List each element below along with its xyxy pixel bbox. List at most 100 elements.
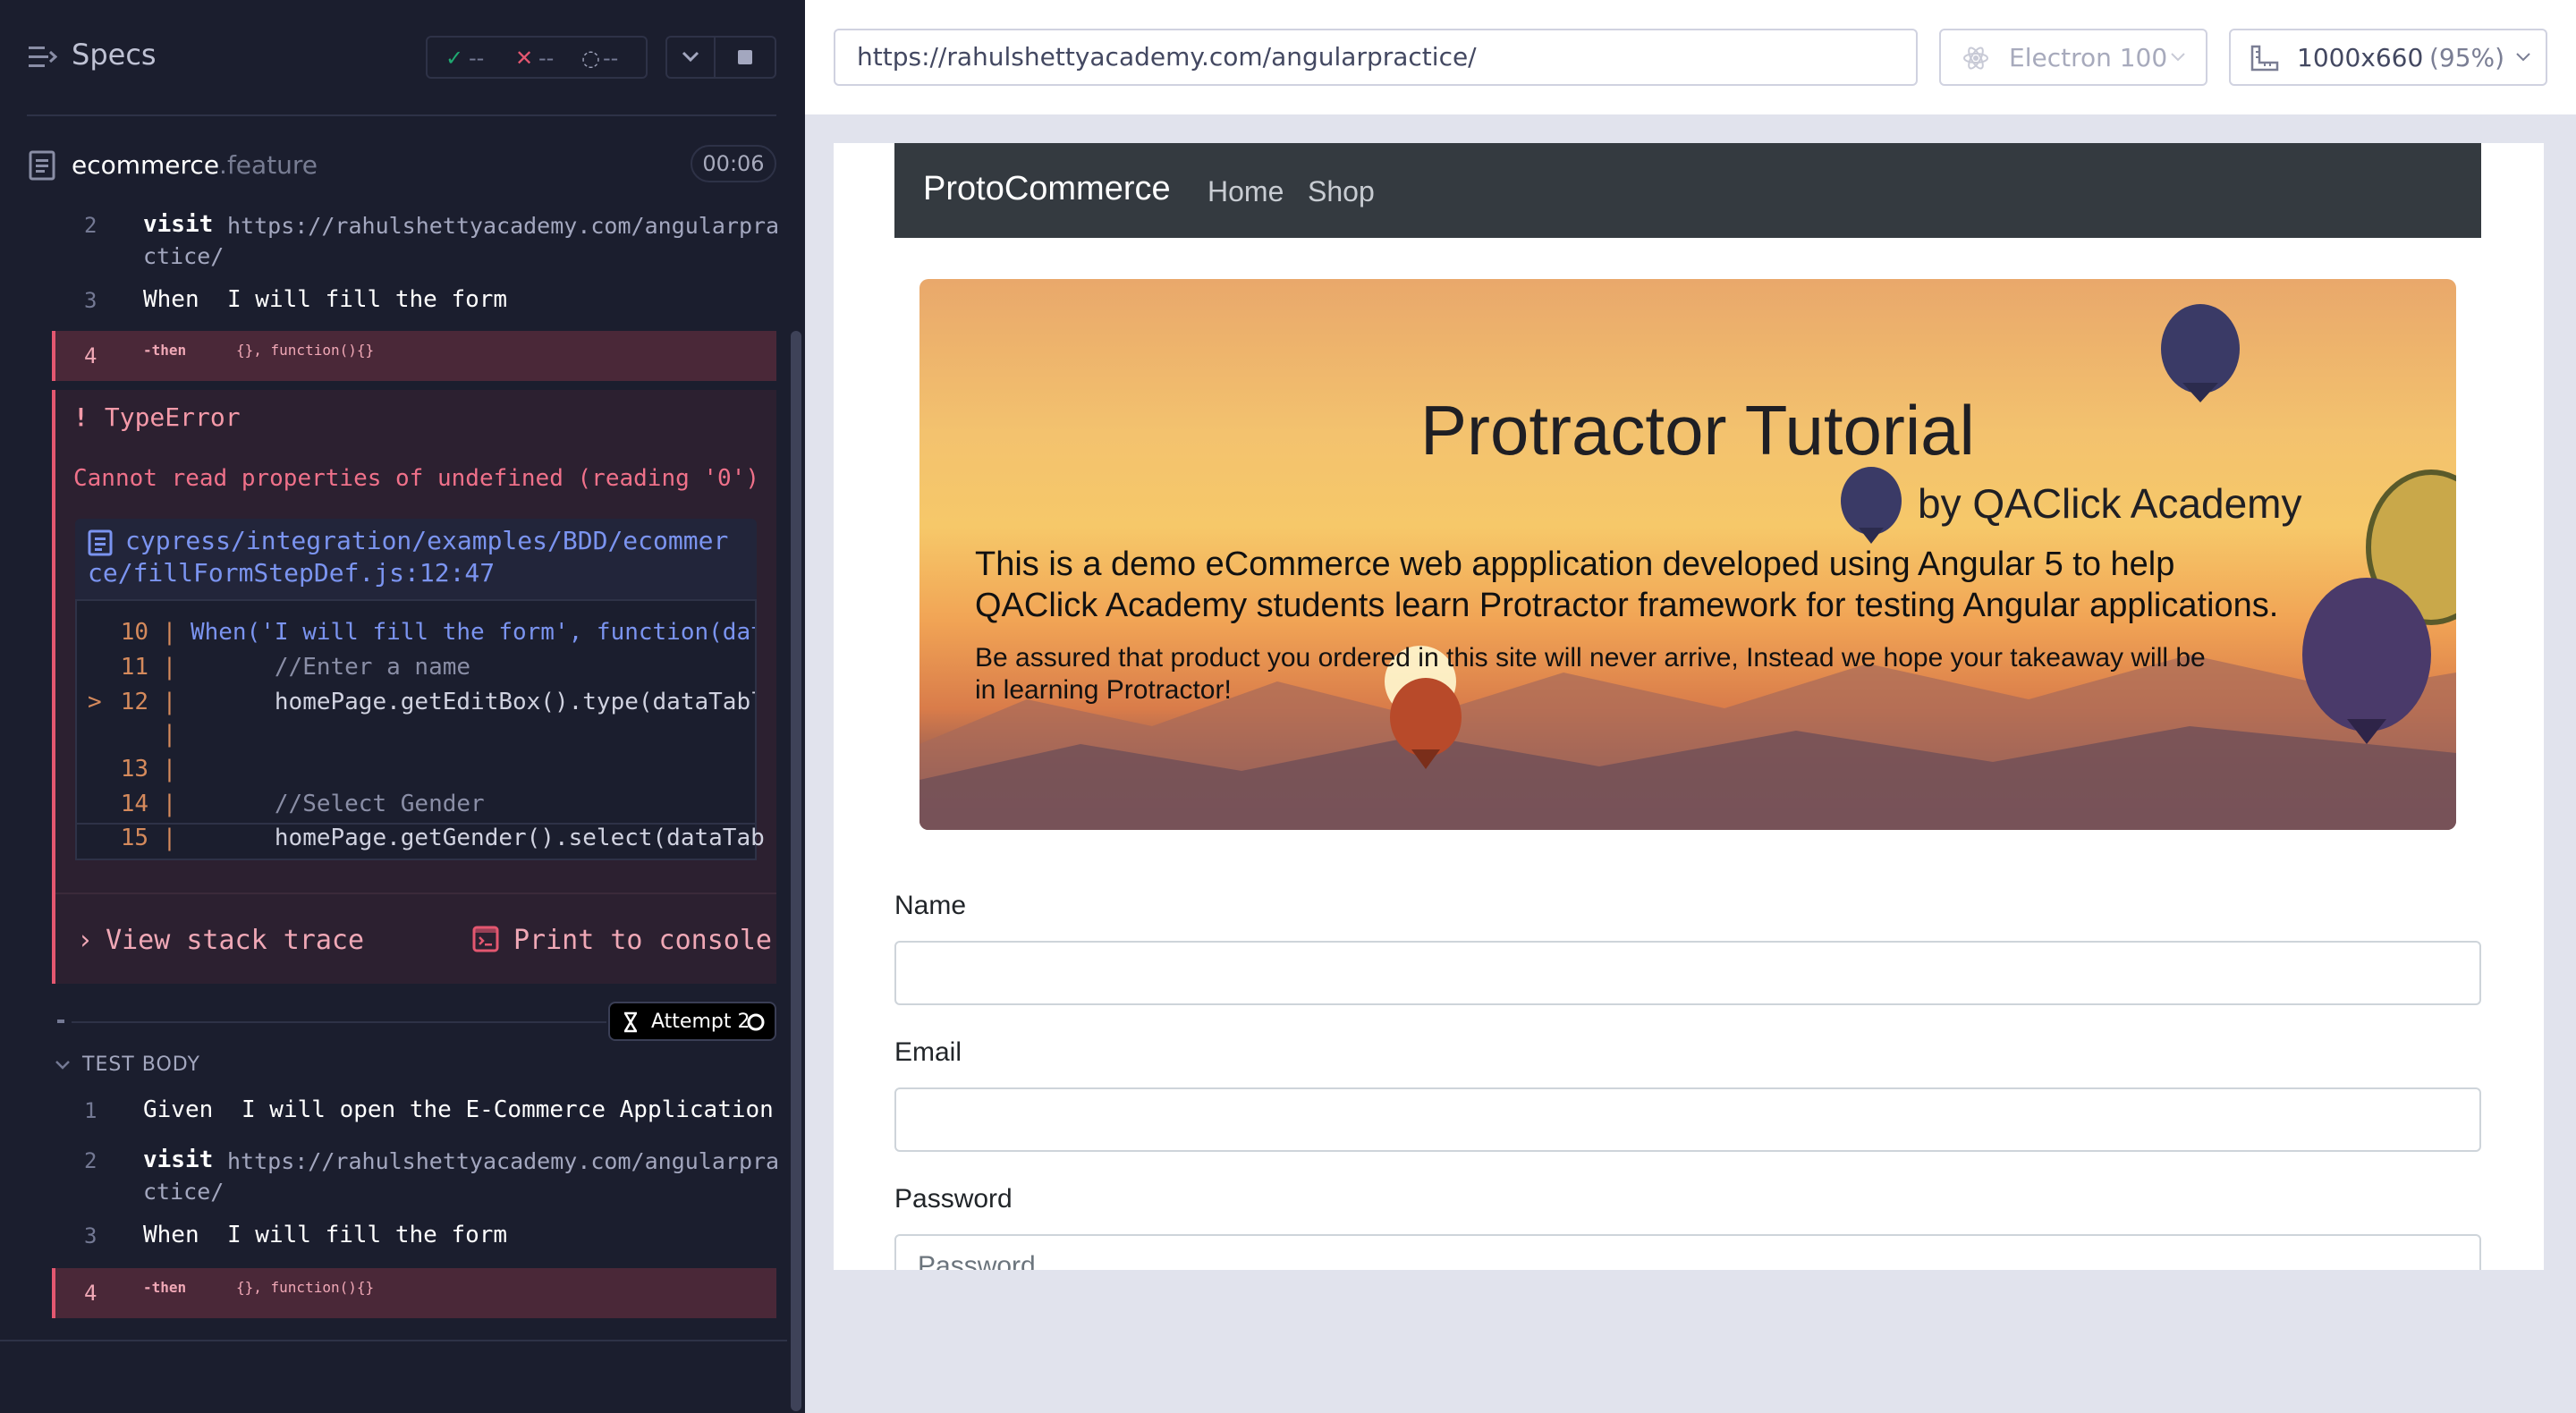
code-line: 11 | //Enter a name (77, 654, 470, 681)
code-line-number: 13 (120, 756, 148, 783)
url-bar[interactable]: https://rahulshettyacademy.com/angularpr… (834, 29, 1918, 86)
error-type: TypeError (104, 402, 241, 432)
email-label: Email (894, 1037, 962, 1067)
command-row[interactable]: 3 When I will fill the form (52, 286, 776, 322)
command-keyword: When (143, 286, 199, 313)
command-keyword: visit (143, 1146, 214, 1173)
print-to-console-label: Print to console (513, 925, 772, 956)
passed-count: -- (469, 46, 485, 71)
failed-count: -- (538, 46, 555, 71)
code-line-text: homePage.getGender().select(dataTab (190, 825, 765, 851)
hero-banner: Protractor Tutorial by QAClick Academy T… (919, 279, 2456, 830)
nav-link-home[interactable]: Home (1208, 175, 1284, 208)
chevron-down-icon[interactable] (54, 1059, 72, 1071)
divider (55, 893, 776, 894)
command-arg-cont: ctice/ (143, 243, 225, 269)
balloon-icon (1841, 467, 1902, 544)
command-row[interactable]: 3 When I will fill the form (52, 1222, 776, 1257)
command-number: 1 (84, 1098, 97, 1123)
command-row[interactable]: 1 Given I will open the E-Commerce Appli… (52, 1096, 776, 1132)
spec-file-name: ecommerce.feature (72, 150, 318, 180)
view-stack-trace-label: View stack trace (106, 925, 365, 956)
divider (72, 1021, 606, 1023)
stop-button[interactable] (714, 36, 776, 79)
command-keyword: -then (143, 342, 187, 359)
failed-command-row[interactable]: 4 -then {}, function(){} (52, 331, 776, 381)
reporter-scrollbar[interactable] (791, 331, 801, 1411)
command-arg: I will fill the form (227, 286, 508, 313)
code-line-number: 14 (120, 791, 148, 817)
command-number: 2 (84, 1148, 97, 1173)
password-field[interactable]: Password (894, 1234, 2481, 1270)
code-line-text: //Select Gender (190, 791, 485, 817)
failed-command-row[interactable]: 4 -then {}, function(){} (52, 1268, 776, 1318)
spec-file-ext: .feature (219, 150, 318, 180)
command-arg: https://rahulshettyacademy.com/angularpr… (227, 213, 780, 239)
error-file-path: cypress/integration/examples/BDD/ecommer (125, 526, 729, 555)
code-line: 14 | //Select Gender (77, 791, 485, 817)
attempt-marker-dot (57, 1020, 64, 1023)
hero-note: Be assured that product you ordered in t… (975, 643, 2206, 705)
code-line: 15 | homePage.getGender().select(dataTab (75, 825, 765, 860)
pending-icon: ◌ (581, 46, 600, 71)
reporter-panel: Specs ✓ -- ✕ -- ◌ -- ecommerce.feature 0… (0, 0, 805, 1413)
specs-list-icon[interactable] (29, 45, 57, 70)
spinner-icon (747, 1013, 765, 1031)
spec-file-basename: ecommerce (72, 150, 220, 180)
command-arg: I will fill the form (227, 1222, 508, 1248)
code-line-highlighted: >12 | homePage.getEditBox().type(dataTab… (77, 689, 757, 715)
command-arg: https://rahulshettyacademy.com/angularpr… (227, 1148, 780, 1174)
command-arg: {}, function(){} (236, 1279, 375, 1296)
viewport-size: 1000x660 (2297, 43, 2424, 72)
chevron-down-icon (2171, 53, 2185, 62)
nav-link-shop[interactable]: Shop (1308, 175, 1375, 208)
command-keyword: When (143, 1222, 199, 1248)
error-panel: ! TypeError Cannot read properties of und… (52, 390, 776, 984)
command-number: 4 (84, 343, 97, 368)
ruler-icon (2250, 45, 2279, 72)
code-line-text: homePage.getEditBox().type(dataTabl (190, 689, 757, 715)
command-arg: {}, function(){} (236, 342, 375, 359)
app-navbar: ProtoCommerce Home Shop (894, 143, 2481, 238)
view-stack-trace-button[interactable]: › View stack trace (77, 925, 364, 956)
divider (27, 114, 776, 116)
code-frame: 10 | When('I will fill the form', functi… (75, 599, 757, 825)
hero-description: This is a demo eCommerce web appplicatio… (975, 546, 2279, 624)
code-line-number: 11 (120, 654, 148, 681)
stop-icon (738, 50, 752, 64)
app-preview-panel: https://rahulshettyacademy.com/angularpr… (805, 0, 2576, 1413)
print-to-console-button[interactable]: Print to console (472, 925, 772, 956)
document-icon (29, 150, 55, 181)
expand-collapse-button[interactable] (665, 36, 716, 79)
pending-count: -- (603, 46, 619, 71)
electron-icon (1963, 47, 1988, 70)
command-number: 4 (84, 1281, 97, 1306)
passed-icon: ✓ (445, 46, 464, 71)
command-row[interactable]: 2 visit https://rahulshettyacademy.com/a… (52, 211, 780, 269)
browser-selector[interactable]: Electron 100 (1939, 29, 2207, 86)
error-file-link[interactable]: cypress/integration/examples/BDD/ecommer… (75, 519, 757, 599)
reporter-header: Specs ✓ -- ✕ -- ◌ -- (0, 0, 805, 114)
specs-title[interactable]: Specs (72, 38, 157, 72)
hero-title: Protractor Tutorial (1420, 391, 1975, 470)
terminal-icon (472, 926, 499, 952)
failed-icon: ✕ (515, 46, 534, 71)
code-line-number: 15 (120, 825, 148, 851)
email-field[interactable] (894, 1087, 2481, 1152)
command-row[interactable]: 2 visit https://rahulshettyacademy.com/a… (52, 1146, 780, 1205)
app-brand[interactable]: ProtoCommerce (923, 170, 1171, 208)
file-icon (88, 529, 113, 556)
attempt-tag[interactable]: Attempt 2 (608, 1002, 776, 1041)
hourglass-icon (623, 1011, 638, 1033)
code-line-text: //Enter a name (190, 654, 471, 681)
chevron-down-icon (2516, 53, 2530, 62)
spec-file-row[interactable]: ecommerce.feature 00:06 (0, 140, 805, 190)
code-line-marker: > (88, 689, 102, 715)
name-label: Name (894, 891, 967, 920)
error-message: Cannot read properties of undefined (rea… (73, 465, 760, 492)
test-body-label[interactable]: TEST BODY (82, 1053, 200, 1076)
command-keyword: -then (143, 1279, 187, 1296)
viewport-selector[interactable]: 1000x660 (95%) (2229, 29, 2547, 86)
error-title: ! TypeError (73, 402, 241, 432)
name-field[interactable] (894, 941, 2481, 1005)
